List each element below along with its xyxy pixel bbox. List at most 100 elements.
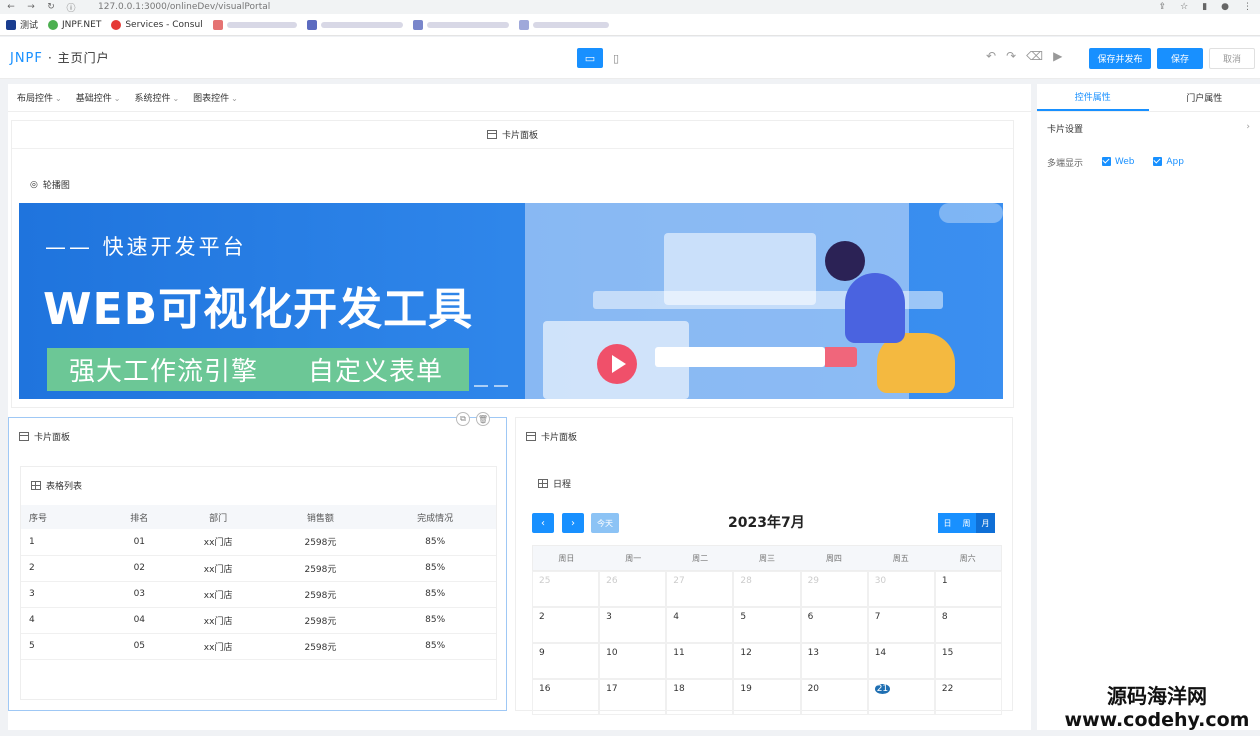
table-cell: 01 (108, 529, 170, 556)
calendar-day[interactable]: 17 (599, 679, 667, 715)
cancel-button[interactable]: 取消 (1209, 48, 1255, 69)
carousel-banner[interactable]: —— 快速开发平台 WEB可视化开发工具 强大工作流引擎 自定义表单 (19, 203, 1003, 399)
bookmark-item-blurred[interactable] (306, 19, 403, 30)
card-icon (486, 130, 497, 139)
calendar-day[interactable]: 7 (867, 607, 935, 643)
prev-month-button[interactable]: ‹ (532, 513, 554, 533)
reload-icon[interactable]: ↻ (46, 2, 56, 12)
view-week-button[interactable]: 周 (957, 513, 976, 533)
calendar-day[interactable]: 16 (532, 679, 600, 715)
delete-icon[interactable]: 🗑 (476, 412, 490, 426)
bookmark-item-blurred[interactable] (212, 19, 297, 30)
calendar-day[interactable]: 14 (867, 643, 935, 679)
watermark-title: 源码海洋网 (1107, 684, 1207, 708)
redo-icon[interactable]: ↷ (1006, 49, 1016, 63)
calendar-day[interactable]: 4 (666, 607, 734, 643)
table-cell: 85% (374, 529, 496, 556)
tab-portal-properties[interactable]: 门户属性 (1149, 84, 1260, 111)
calendar-day[interactable]: 28 (733, 571, 801, 607)
toolbar-chart-controls[interactable]: 图表控件 ⌄ (193, 91, 238, 104)
banner-headline: WEB可视化开发工具 (43, 284, 474, 335)
card-title: 卡片面板 (541, 433, 578, 443)
multi-display-label: 多端显示 (1047, 159, 1084, 169)
share-icon[interactable]: ⇪ (1159, 2, 1167, 12)
calendar-day[interactable]: 25 (532, 571, 600, 607)
calendar-day[interactable]: 6 (800, 607, 868, 643)
toolbar-system-controls[interactable]: 系统控件 ⌄ (134, 91, 179, 104)
calendar-day[interactable]: 19 (733, 679, 801, 715)
calendar-day[interactable]: 27 (666, 571, 734, 607)
calendar-day[interactable]: 30 (867, 571, 935, 607)
star-icon[interactable]: ☆ (1180, 2, 1188, 12)
calendar-day[interactable]: 3 (599, 607, 667, 643)
column-header: 销售额 (266, 505, 375, 529)
bookmark-item-blurred[interactable] (518, 19, 609, 30)
clear-icon[interactable]: ⌫ (1026, 49, 1043, 63)
mobile-view-icon[interactable]: ▯ (603, 48, 629, 68)
back-icon[interactable]: ← (6, 2, 16, 12)
bookmark-item[interactable]: JNPF.NET (48, 19, 101, 30)
calendar-day[interactable]: 15 (934, 643, 1002, 679)
calendar-day[interactable]: 12 (733, 643, 801, 679)
forward-icon[interactable]: → (26, 2, 36, 12)
today-button[interactable]: 今天 (591, 513, 619, 533)
table-cell: xx门店 (169, 633, 267, 660)
menu-icon[interactable]: ⋮ (1243, 2, 1252, 12)
copy-icon[interactable]: ⧉ (456, 412, 470, 426)
view-month-button[interactable]: 月 (976, 513, 995, 533)
save-button[interactable]: 保存 (1157, 48, 1203, 69)
card-settings-row[interactable]: 卡片设置 › (1047, 122, 1250, 135)
bookmark-item-blurred[interactable] (412, 19, 509, 30)
address-bar[interactable]: 127.0.0.1:3000/onlineDev/visualPortal (98, 2, 270, 12)
card-icon (19, 432, 29, 441)
table-cell: 85% (374, 581, 496, 608)
desktop-view-icon[interactable]: ▭ (577, 48, 603, 68)
table-title: 表格列表 (46, 482, 83, 492)
next-month-button[interactable]: › (562, 513, 584, 533)
calendar-day[interactable]: 18 (666, 679, 734, 715)
calendar-day[interactable]: 26 (599, 571, 667, 607)
profile-icon[interactable]: ● (1221, 2, 1229, 12)
web-checkbox[interactable]: Web (1101, 157, 1135, 167)
bookmark-item[interactable]: 测试 (6, 18, 38, 31)
card-panel-table[interactable]: ⧉ 🗑 卡片面板 表格列表 序号 排名 部门 销售额 完成情况 1 01 xx门… (8, 412, 507, 711)
multi-display-row: 多端显示 Web App (1047, 156, 1184, 170)
undo-icon[interactable]: ↶ (986, 49, 996, 63)
sidebar-icon[interactable]: ▮ (1202, 2, 1207, 12)
save-publish-button[interactable]: 保存并发布 (1089, 48, 1151, 69)
table-widget[interactable]: 表格列表 序号 排名 部门 销售额 完成情况 1 01 xx门店 2598元 8… (20, 466, 497, 700)
calendar-day[interactable]: 11 (666, 643, 734, 679)
toolbar-basic-controls[interactable]: 基础控件 ⌄ (76, 91, 121, 104)
calendar-day[interactable]: 13 (800, 643, 868, 679)
weekday-label: 周六 (959, 553, 976, 563)
calendar-week-row: 16 17 18 19 20 21 22 (532, 679, 1002, 715)
view-day-button[interactable]: 日 (938, 513, 957, 533)
table-row: 5 05 xx门店 2598元 85% (21, 633, 496, 660)
carousel-indicators[interactable] (474, 385, 508, 387)
illustration-person (825, 241, 865, 281)
toolbar-layout-controls[interactable]: 布局控件 ⌄ (17, 91, 62, 104)
table-row: 2 02 xx门店 2598元 85% (21, 555, 496, 582)
bookmark-item[interactable]: Services - Consul (111, 19, 203, 30)
calendar-day[interactable]: 2 (532, 607, 600, 643)
calendar-day[interactable]: 29 (800, 571, 868, 607)
preview-icon[interactable]: ▶ (1053, 49, 1062, 63)
calendar-day-today[interactable]: 21 (867, 679, 935, 715)
watermark-url: www.codehy.com (1064, 709, 1250, 731)
calendar-day[interactable]: 20 (800, 679, 868, 715)
calendar-day[interactable]: 8 (934, 607, 1002, 643)
tab-control-properties[interactable]: 控件属性 (1037, 84, 1149, 111)
table-header: 表格列表 (31, 479, 82, 492)
checkbox-checked-icon (1153, 157, 1163, 166)
calendar-day[interactable]: 10 (599, 643, 667, 679)
calendar-day[interactable]: 22 (934, 679, 1002, 715)
calendar-day[interactable]: 5 (733, 607, 801, 643)
calendar-week-row: 2 3 4 5 6 7 8 (532, 607, 1002, 643)
card-panel-calendar[interactable]: 卡片面板 日程 ‹ › 今天 2023年7月 日 周 月 周日 周一 周二 周三… (515, 417, 1013, 715)
calendar-day[interactable]: 9 (532, 643, 600, 679)
bookmark-icon (518, 19, 529, 30)
bookmark-icon (212, 19, 223, 30)
app-checkbox[interactable]: App (1153, 157, 1184, 167)
calendar-day[interactable]: 1 (934, 571, 1002, 607)
calendar-icon (538, 479, 548, 488)
